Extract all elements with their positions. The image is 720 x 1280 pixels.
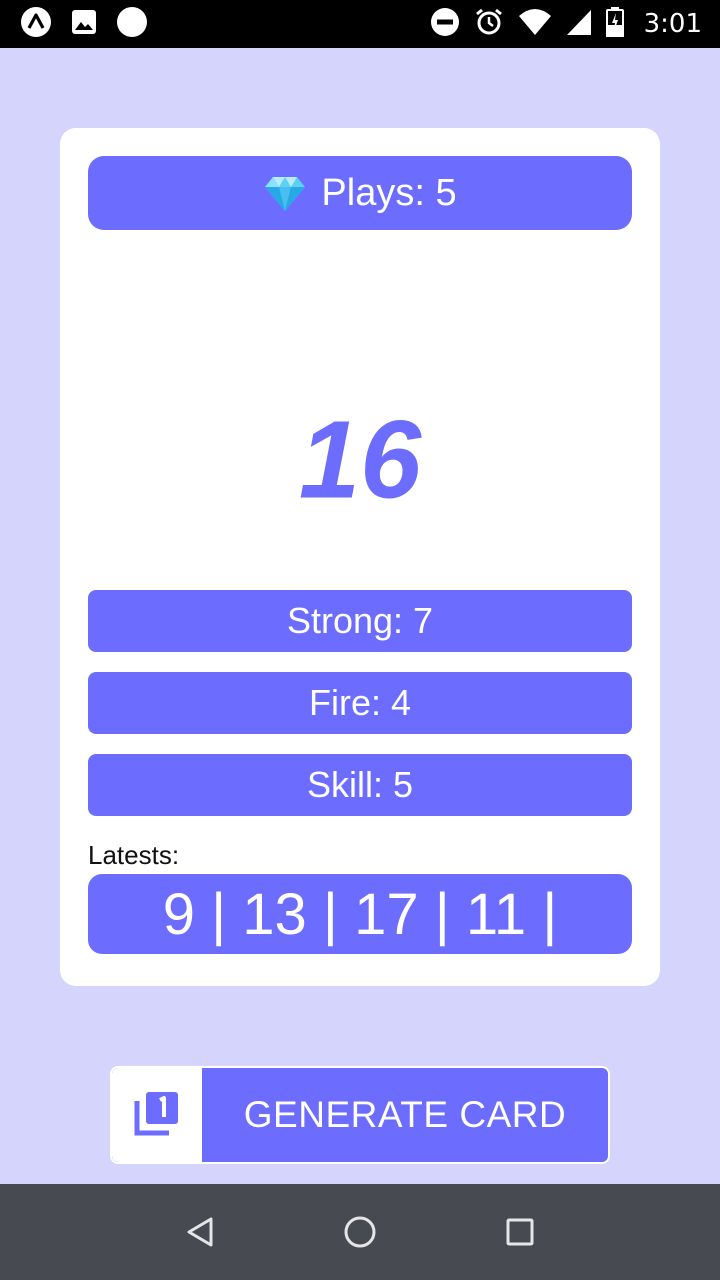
back-icon[interactable] — [170, 1202, 230, 1262]
expo-icon — [20, 6, 52, 43]
home-icon[interactable] — [330, 1202, 390, 1262]
battery-charging-icon — [605, 6, 624, 42]
stat-fire: Fire: 4 — [88, 672, 632, 734]
generate-card-button[interactable]: GENERATE CARD — [110, 1066, 610, 1164]
filter-1-icon — [133, 1089, 181, 1142]
stat-strong: Strong: 7 — [88, 590, 632, 652]
current-card-value: 16 — [298, 398, 422, 522]
gem-icon — [263, 171, 307, 215]
stat-skill: Skill: 5 — [88, 754, 632, 816]
circle-icon — [116, 6, 148, 43]
latests-label: Latests: — [88, 840, 180, 870]
do-not-disturb-icon — [430, 7, 460, 42]
latests-values: 9 | 13 | 17 | 11 | — [88, 874, 632, 954]
plays-label: Plays: 5 — [321, 171, 457, 214]
signal-icon — [566, 8, 592, 41]
generate-button-label: GENERATE CARD — [243, 1094, 567, 1135]
recents-icon[interactable] — [490, 1202, 550, 1262]
wifi-icon — [518, 8, 552, 41]
generate-icon-box — [112, 1068, 202, 1162]
score-card: Plays: 5 16 Strong: 7 Fire: 4 Skill: 5 L… — [60, 128, 660, 986]
status-time: 3:01 — [643, 9, 702, 39]
alarm-icon — [474, 7, 504, 42]
plays-counter: Plays: 5 — [88, 156, 632, 230]
nav-bar — [0, 1184, 720, 1280]
status-bar: 3:01 — [0, 0, 720, 48]
image-icon — [70, 8, 98, 41]
